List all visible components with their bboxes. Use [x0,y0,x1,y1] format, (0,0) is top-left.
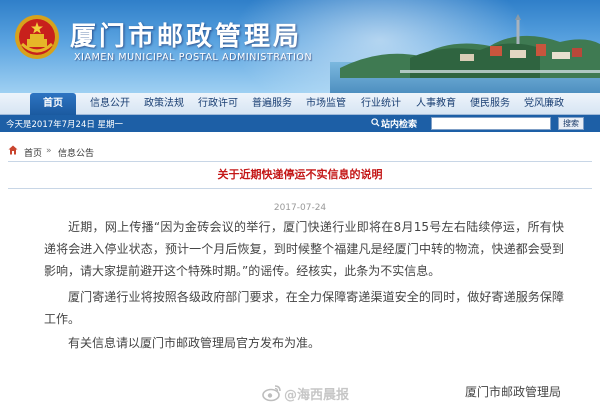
search-button[interactable]: 搜索 [558,117,584,130]
nav-item-permit[interactable]: 行政许可 [194,93,242,115]
search-label: 站内检索 [381,120,418,130]
nav-item-home[interactable]: 首页 [30,93,76,115]
article-paragraph: 厦门寄递行业将按照各级政府部门要求，在全力保障寄递渠道安全的同时，做好寄递服务保… [44,290,564,326]
breadcrumb-home-link[interactable]: 首页 [24,146,42,159]
weibo-watermark: @海西晨报 [262,382,349,404]
nav-item-integrity[interactable]: 党风廉政 [520,93,568,115]
article-paragraph: 有关信息请以厦门市邮政管理局官方发布为准。 [68,336,321,350]
gulangyu-island-image [340,14,600,78]
article-date: 2017-07-24 [273,203,327,213]
site-subtitle-en: XIAMEN MUNICIPAL POSTAL ADMINISTRATION [74,52,313,63]
nav-item-statistics[interactable]: 行业统计 [357,93,405,115]
info-bar: 今天是2017年7月24日 星期一 站内检索 搜索 [0,115,600,132]
nav-item-info-disclosure[interactable]: 信息公开 [86,93,134,115]
article-paragraph: 近期，网上传播“因为金砖会议的举行，厦门快递行业即将在8月15号左右陆续停运，所… [44,220,564,278]
divider [8,188,592,189]
weibo-icon [262,385,281,402]
site-title: 厦门市邮政管理局 [70,22,303,52]
nav-item-market-supervision[interactable]: 市场监管 [302,93,350,115]
watermark-text: @海西晨报 [284,387,350,403]
header-banner: 厦门市邮政管理局 XIAMEN MUNICIPAL POSTAL ADMINIS… [0,0,600,93]
search-icon [371,118,380,127]
nav-item-convenience[interactable]: 便民服务 [466,93,514,115]
nav-item-universal-service[interactable]: 普遍服务 [248,93,296,115]
breadcrumb-category-link[interactable]: 信息公告 [58,146,94,159]
home-icon [8,145,18,155]
main-nav: 首页 信息公开 政策法规 行政许可 普遍服务 市场监管 行业统计 人事教育 便民… [0,93,600,115]
breadcrumb-separator: » [46,146,52,156]
article-title: 关于近期快递停运不实信息的说明 [217,168,383,181]
article-signature: 厦门市邮政管理局 [465,385,562,399]
national-emblem-icon [15,15,59,59]
nav-item-policy[interactable]: 政策法规 [140,93,188,115]
nav-item-personnel[interactable]: 人事教育 [412,93,460,115]
divider [8,161,592,162]
search-input[interactable] [431,117,551,130]
current-date: 今天是2017年7月24日 星期一 [6,120,124,130]
breadcrumb: 首页 » 信息公告 [0,142,600,160]
